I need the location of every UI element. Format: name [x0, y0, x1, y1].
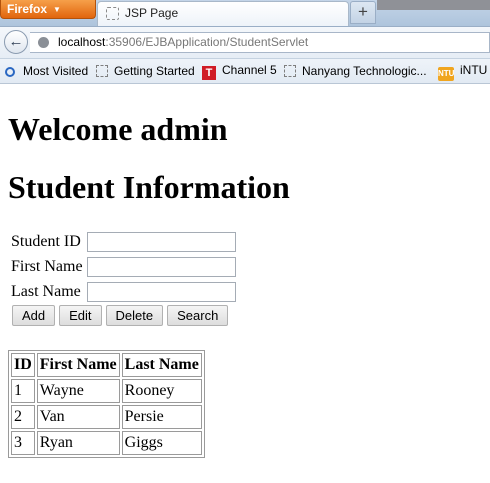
- search-icon: [5, 67, 15, 77]
- back-button[interactable]: ←: [4, 30, 28, 54]
- url-path: :35906/EJBApplication/StudentServlet: [105, 35, 309, 49]
- first-name-label: First Name: [11, 257, 83, 275]
- bookmark-nanyang[interactable]: Nanyang Technologic...: [284, 64, 427, 78]
- cell-last-name: Giggs: [121, 431, 202, 455]
- student-form: Student ID First Name Last Name: [8, 228, 239, 305]
- page-title: Student Information: [8, 169, 290, 205]
- column-header-last-name: Last Name: [121, 353, 202, 377]
- bookmark-getting-started[interactable]: Getting Started: [96, 64, 195, 78]
- bookmark-intu[interactable]: NTU iNTU: [438, 63, 487, 81]
- firefox-menu-label: Firefox: [7, 2, 48, 16]
- edit-button[interactable]: Edit: [59, 305, 102, 326]
- bookmark-label: Most Visited: [23, 64, 89, 78]
- form-buttons: Add Edit Delete Search: [12, 305, 232, 326]
- page-icon: [284, 65, 296, 77]
- cell-first-name: Ryan: [36, 431, 120, 455]
- bookmark-label: Nanyang Technologic...: [302, 64, 427, 78]
- student-id-input[interactable]: [86, 231, 236, 252]
- back-arrow-icon: ←: [8, 33, 24, 50]
- url-host: localhost: [58, 35, 106, 49]
- cell-id: 2: [11, 405, 35, 429]
- bookmark-label: iNTU: [460, 63, 488, 77]
- welcome-heading: Welcome admin: [8, 111, 228, 147]
- student-id-label: Student ID: [11, 232, 81, 250]
- bookmark-label: Channel 5: [222, 63, 277, 77]
- tab-strip-background: [377, 0, 490, 10]
- last-name-input[interactable]: [86, 281, 236, 302]
- url-text: localhost:35906/EJBApplication/StudentSe…: [58, 35, 308, 49]
- bookmarks-toolbar: Most Visited Getting Started T Channel 5 …: [0, 59, 490, 84]
- students-table: ID First Name Last Name 1 Wayne Rooney 2…: [8, 350, 205, 458]
- add-button[interactable]: Add: [12, 305, 56, 326]
- tab-jsp-page[interactable]: JSP Page: [97, 1, 349, 26]
- column-header-id: ID: [11, 353, 35, 377]
- cell-last-name: Rooney: [121, 379, 202, 403]
- t-logo-icon: T: [202, 66, 216, 80]
- navigation-bar: ← localhost:35906/EJBApplication/Student…: [0, 27, 490, 59]
- cell-first-name: Van: [36, 405, 120, 429]
- last-name-label: Last Name: [11, 282, 81, 300]
- page-icon: [96, 65, 108, 77]
- tab-bar: Firefox ▼ JSP Page +: [0, 0, 490, 27]
- column-header-first-name: First Name: [36, 353, 120, 377]
- delete-button[interactable]: Delete: [105, 305, 164, 326]
- cell-id: 1: [11, 379, 35, 403]
- address-bar[interactable]: localhost:35906/EJBApplication/StudentSe…: [30, 32, 490, 53]
- firefox-menu-button[interactable]: Firefox ▼: [0, 0, 96, 19]
- page-icon: [106, 7, 119, 20]
- first-name-input[interactable]: [86, 256, 236, 277]
- table-row: 3 Ryan Giggs: [11, 431, 202, 455]
- bookmark-channel-5[interactable]: T Channel 5: [202, 63, 277, 80]
- chevron-down-icon: ▼: [53, 5, 61, 14]
- tab-title: JSP Page: [125, 6, 179, 20]
- bookmark-most-visited[interactable]: Most Visited: [5, 64, 88, 78]
- table-header-row: ID First Name Last Name: [11, 353, 202, 377]
- search-button[interactable]: Search: [167, 305, 229, 326]
- cell-first-name: Wayne: [36, 379, 120, 403]
- table-row: 2 Van Persie: [11, 405, 202, 429]
- bookmark-label: Getting Started: [114, 64, 195, 78]
- cell-last-name: Persie: [121, 405, 202, 429]
- table-row: 1 Wayne Rooney: [11, 379, 202, 403]
- new-tab-button[interactable]: +: [350, 1, 376, 24]
- globe-icon: [38, 37, 49, 48]
- ntu-icon: NTU: [438, 67, 454, 81]
- cell-id: 3: [11, 431, 35, 455]
